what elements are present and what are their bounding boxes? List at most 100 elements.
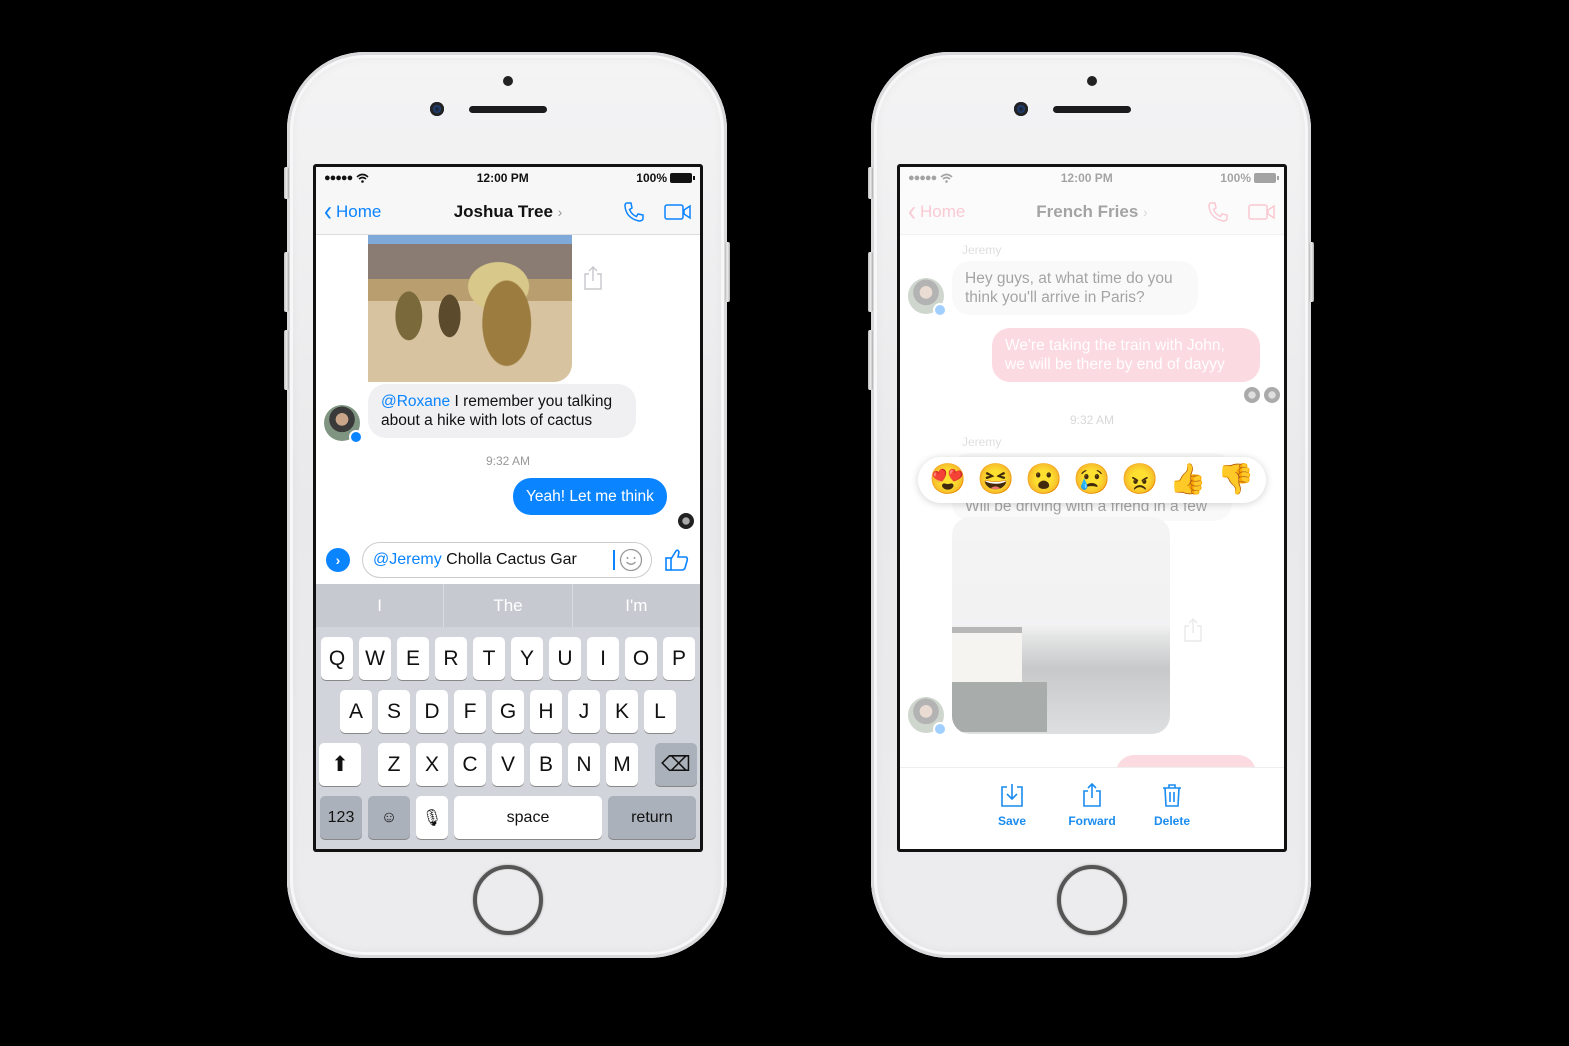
volume-up-button <box>284 252 289 312</box>
messenger-badge-icon <box>933 303 947 317</box>
key-c[interactable]: C <box>454 743 486 786</box>
mute-switch <box>868 167 873 199</box>
mention-roxane[interactable]: @Roxane <box>381 393 450 410</box>
delete-key[interactable]: ⌫ <box>655 743 697 786</box>
earpiece-speaker <box>1053 106 1131 113</box>
key-r[interactable]: R <box>435 637 467 680</box>
share-icon[interactable] <box>1182 617 1204 643</box>
volume-down-button <box>868 330 873 390</box>
power-button <box>1309 242 1314 302</box>
key-k[interactable]: K <box>606 690 638 733</box>
expand-button[interactable]: › <box>326 548 350 572</box>
trash-icon <box>1163 784 1181 807</box>
share-icon <box>1083 782 1101 807</box>
key-s[interactable]: S <box>378 690 410 733</box>
keyboard: I The I'm Q W E R T Y U I O P A S D F G … <box>316 584 700 849</box>
key-n[interactable]: N <box>568 743 600 786</box>
home-button[interactable] <box>1057 865 1127 935</box>
space-key[interactable]: space <box>454 796 602 839</box>
incoming-message[interactable]: @Roxane I remember you talking about a h… <box>368 384 636 438</box>
key-y[interactable]: Y <box>511 637 543 680</box>
back-button[interactable]: ‹ Home <box>908 197 965 226</box>
outgoing-message[interactable]: We're taking the train with John, we wil… <box>992 328 1260 382</box>
key-v[interactable]: V <box>492 743 524 786</box>
key-w[interactable]: W <box>359 637 391 680</box>
key-q[interactable]: Q <box>321 637 353 680</box>
mention-jeremy: @Jeremy <box>373 551 442 568</box>
avatar-jeremy[interactable] <box>908 697 947 736</box>
nav-bar: ‹ Home Joshua Tree › <box>316 189 700 235</box>
power-button <box>725 242 730 302</box>
reaction-dislike-icon[interactable]: 👎 <box>1217 465 1254 495</box>
shift-key[interactable]: ⬆ <box>319 743 361 786</box>
reaction-sad-icon[interactable]: 😢 <box>1073 465 1110 495</box>
read-receipt-avatar <box>1264 387 1280 403</box>
reaction-like-icon[interactable]: 👍 <box>1169 465 1206 495</box>
messenger-badge-icon <box>933 722 947 736</box>
key-i[interactable]: I <box>587 637 619 680</box>
return-key[interactable]: return <box>608 796 696 839</box>
dictation-key[interactable]: 🎙 <box>416 796 448 839</box>
reaction-wow-icon[interactable]: 😮 <box>1025 465 1062 495</box>
key-l[interactable]: L <box>644 690 676 733</box>
key-f[interactable]: F <box>454 690 486 733</box>
sender-name: Jeremy <box>962 435 1002 449</box>
home-button[interactable] <box>473 865 543 935</box>
share-icon[interactable] <box>582 265 604 291</box>
download-icon <box>1001 784 1023 807</box>
back-button[interactable]: ‹ Home <box>324 194 382 228</box>
timestamp: 9:32 AM <box>1069 413 1115 427</box>
forward-button[interactable]: Forward <box>1067 782 1117 849</box>
emoji-key[interactable]: ☺ <box>368 796 410 839</box>
key-x[interactable]: X <box>416 743 448 786</box>
key-z[interactable]: Z <box>378 743 410 786</box>
message-input[interactable]: @Jeremy Cholla Cactus Gar <box>362 542 652 578</box>
avatar-jeremy[interactable] <box>908 278 947 317</box>
key-b[interactable]: B <box>530 743 562 786</box>
delete-button[interactable]: Delete <box>1147 782 1197 849</box>
key-t[interactable]: T <box>473 637 505 680</box>
key-u[interactable]: U <box>549 637 581 680</box>
key-j[interactable]: J <box>568 690 600 733</box>
emoji-icon[interactable] <box>619 548 643 572</box>
reaction-angry-icon[interactable]: 😠 <box>1121 465 1158 495</box>
status-bar: ●●●●● 12:00 PM 100% <box>316 167 700 189</box>
suggestion[interactable]: I <box>316 584 445 627</box>
photo-boat <box>952 682 1047 732</box>
back-label: Home <box>336 201 382 221</box>
avatar-jeremy[interactable] <box>324 405 363 444</box>
key-row-2: A S D F G H J K L <box>316 690 700 733</box>
key-m[interactable]: M <box>606 743 638 786</box>
phone-call-icon[interactable] <box>622 200 646 224</box>
message-action-bar: Save Forward Delete <box>900 767 1284 849</box>
messenger-badge-icon <box>349 430 363 444</box>
save-button[interactable]: Save <box>987 782 1037 849</box>
key-p[interactable]: P <box>663 637 695 680</box>
lake-photo[interactable] <box>952 517 1170 734</box>
cactus-photo[interactable] <box>368 235 572 382</box>
battery-icon <box>1254 173 1279 183</box>
suggestion[interactable]: The <box>444 584 573 627</box>
numbers-key[interactable]: 123 <box>320 796 362 839</box>
key-g[interactable]: G <box>492 690 524 733</box>
reaction-haha-icon[interactable]: 😆 <box>977 465 1014 495</box>
key-h[interactable]: H <box>530 690 562 733</box>
save-label: Save <box>997 814 1027 828</box>
chevron-left-icon: ‹ <box>324 194 332 228</box>
outgoing-message[interactable]: Yeah! Let me think <box>513 478 667 515</box>
reaction-love-icon[interactable]: 😍 <box>929 465 966 495</box>
key-o[interactable]: O <box>625 637 657 680</box>
suggestion[interactable]: I'm <box>573 584 700 627</box>
phone-call-icon[interactable] <box>1206 200 1230 224</box>
key-e[interactable]: E <box>397 637 429 680</box>
video-call-icon[interactable] <box>1248 203 1276 221</box>
screen: ●●●●● 12:00 PM 100% ‹ Home French Fries … <box>897 164 1287 852</box>
key-d[interactable]: D <box>416 690 448 733</box>
key-a[interactable]: A <box>340 690 372 733</box>
signal-icon: ●●●●● <box>908 172 937 184</box>
earpiece-speaker <box>469 106 547 113</box>
like-icon[interactable] <box>664 547 690 573</box>
video-call-icon[interactable] <box>664 203 692 221</box>
incoming-message[interactable]: Hey guys, at what time do you think you'… <box>952 261 1198 315</box>
wifi-icon <box>356 173 369 183</box>
